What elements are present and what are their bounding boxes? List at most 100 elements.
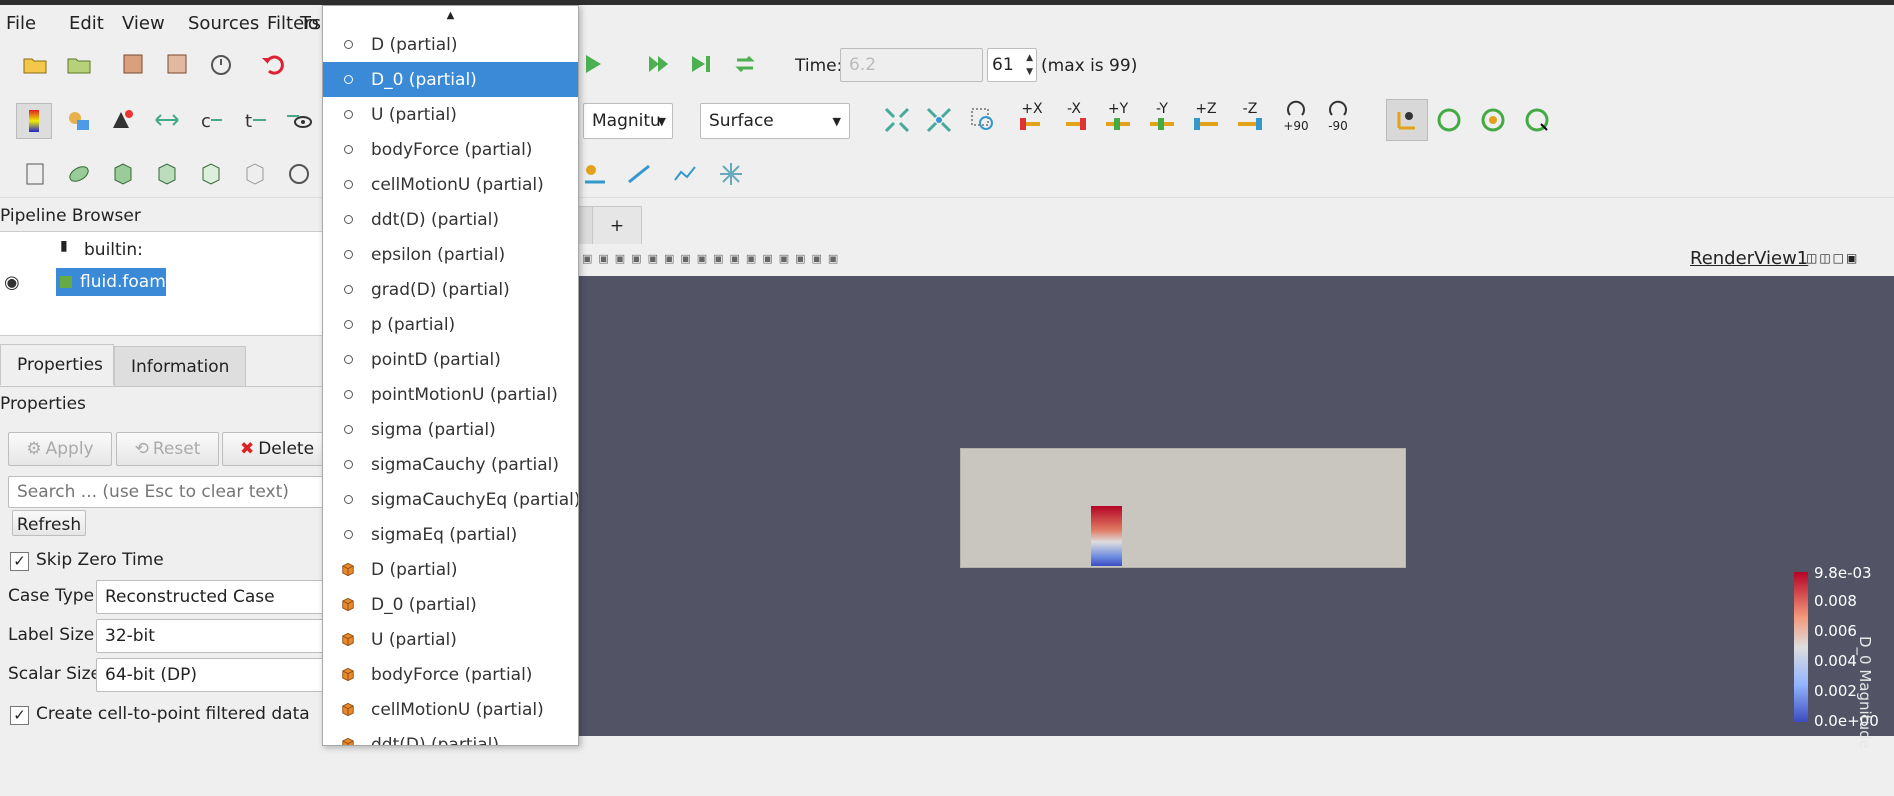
menu-view[interactable]: View (122, 13, 165, 34)
dropdown-item[interactable]: U (partial) (323, 97, 578, 132)
dropdown-item[interactable]: pointMotionU (partial) (323, 377, 578, 412)
dropdown-item[interactable]: bodyForce (partial) (323, 132, 578, 167)
next-frame-icon[interactable] (641, 47, 675, 81)
connect-icon[interactable] (116, 47, 150, 81)
dropdown-item[interactable]: D_0 (partial) (323, 587, 578, 622)
view-minus-x-icon[interactable]: -X (1054, 99, 1094, 133)
rescale-visible-icon[interactable] (282, 103, 316, 137)
clip-icon[interactable] (106, 157, 140, 191)
coloring-select[interactable]: Magnitu ▼ (583, 103, 673, 139)
dropdown-item[interactable]: U (partial) (323, 622, 578, 657)
dropdown-item[interactable]: epsilon (partial) (323, 237, 578, 272)
view-plus-y-icon[interactable]: +Y (1098, 99, 1138, 133)
tab-information[interactable]: Information (114, 346, 247, 387)
reset-button[interactable]: ⟲ Reset (116, 432, 219, 466)
dropdown-item[interactable]: grad(D) (partial) (323, 272, 578, 307)
dropdown-item[interactable]: bodyForce (partial) (323, 657, 578, 692)
center-axes-visibility-icon[interactable] (1386, 99, 1428, 141)
contour-icon[interactable] (62, 157, 96, 191)
threshold-icon[interactable] (194, 157, 228, 191)
selection-tools-icons[interactable]: ▣▣▣▣▣▣▣▣▣▣▣▣▣▣▣▣ (582, 252, 844, 265)
last-frame-icon[interactable] (684, 47, 718, 81)
edit-colormap-icon[interactable] (62, 103, 96, 137)
undo-icon[interactable] (256, 47, 290, 81)
label-size-select[interactable]: 32-bit (96, 619, 336, 653)
glyph-icon[interactable] (282, 157, 316, 191)
open-icon[interactable] (18, 47, 52, 81)
play-icon[interactable] (576, 47, 610, 81)
load-state-icon[interactable] (62, 47, 96, 81)
zoom-to-box-icon[interactable] (966, 103, 1000, 137)
menu-file[interactable]: File (6, 13, 36, 34)
calculator-icon[interactable] (18, 157, 52, 191)
loop-icon[interactable] (728, 47, 762, 81)
skip-zero-time-checkbox[interactable]: ✓ (10, 552, 29, 571)
representation-select[interactable]: Surface ▼ (700, 103, 850, 139)
scalar-size-select[interactable]: 64-bit (DP) (96, 658, 336, 692)
refresh-button[interactable]: Refresh (12, 510, 86, 536)
dropdown-item[interactable]: sigmaEq (partial) (323, 517, 578, 552)
dropdown-item[interactable]: sigma (partial) (323, 412, 578, 447)
plot-data-icon[interactable] (668, 157, 702, 191)
case-type-select[interactable]: Reconstructed Case (96, 580, 336, 614)
tab-properties[interactable]: Properties (0, 344, 114, 385)
label-size-label: Label Size (8, 625, 95, 645)
view-split-icons[interactable]: ◫◫□▣ (1806, 251, 1859, 265)
rescale-range-icon[interactable] (150, 103, 184, 137)
point-data-icon (341, 213, 355, 227)
time-value-field[interactable]: 6.2 (840, 48, 983, 82)
builtin-label: builtin: (84, 240, 143, 260)
search-input[interactable] (8, 476, 330, 508)
rotate-minus-90-icon[interactable]: -90 (1318, 99, 1358, 133)
zoom-closest-icon[interactable] (922, 103, 956, 137)
slice-icon[interactable] (150, 157, 184, 191)
menu-sources[interactable]: Sources (188, 13, 259, 34)
reset-camera-icon[interactable] (880, 103, 914, 137)
dropdown-item[interactable]: p (partial) (323, 307, 578, 342)
disconnect-icon[interactable] (160, 47, 194, 81)
dropdown-item[interactable]: sigmaCauchyEq (partial) (323, 482, 578, 517)
main-toolbar: Time: 6.2 61 ▲ ▼ (max is 99) (0, 41, 1894, 88)
menu-edit[interactable]: Edit (69, 13, 104, 34)
server-icon: ▮ (60, 238, 68, 254)
ray-trace-icon[interactable] (714, 157, 748, 191)
dropdown-item[interactable]: D_0 (partial) (323, 62, 578, 97)
timer-icon[interactable] (204, 47, 238, 81)
dropdown-item-label: sigmaCauchy (partial) (371, 454, 559, 475)
view-minus-y-icon[interactable]: -Y (1142, 99, 1182, 133)
rescale-temporal-icon[interactable]: t (238, 103, 272, 137)
spin-arrows-icon[interactable]: ▲ ▼ (1026, 51, 1033, 79)
view-minus-z-icon[interactable]: -Z (1230, 99, 1270, 133)
scroll-up-arrow-icon[interactable]: ▲ (323, 6, 578, 24)
dropdown-item[interactable]: sigmaCauchy (partial) (323, 447, 578, 482)
visibility-eye-icon[interactable]: ◉ (4, 272, 20, 293)
pick-center-icon[interactable] (1476, 103, 1510, 137)
cell-to-point-checkbox[interactable]: ✓ (10, 706, 29, 725)
reset-label: Reset (152, 439, 201, 459)
delete-button[interactable]: ✖ Delete (222, 432, 332, 466)
rotate-plus-90-icon[interactable]: +90 (1276, 99, 1316, 133)
toggle-color-legend-icon[interactable] (16, 103, 52, 139)
render-viewport[interactable]: 9.8e-03 0.008 0.006 0.004 0.002 0.0e+00 … (578, 276, 1894, 736)
apply-button[interactable]: ⚙ Apply (8, 432, 112, 466)
view-plus-z-icon[interactable]: +Z (1186, 99, 1226, 133)
rotation-center-icon[interactable] (1520, 103, 1554, 137)
dropdown-item[interactable]: ddt(D) (partial) (323, 727, 578, 745)
plot-over-line-icon[interactable] (622, 157, 656, 191)
dropdown-item[interactable]: ddt(D) (partial) (323, 202, 578, 237)
extract-subset-icon[interactable] (238, 157, 272, 191)
reset-center-icon[interactable] (1432, 103, 1466, 137)
pipeline-item-fluid-foam[interactable]: fluid.foam (56, 268, 166, 296)
dropdown-item[interactable]: cellMotionU (partial) (323, 692, 578, 727)
dropdown-item[interactable]: D (partial) (323, 552, 578, 587)
dropdown-item[interactable]: cellMotionU (partial) (323, 167, 578, 202)
rescale-custom-icon[interactable] (106, 103, 140, 137)
add-layout-tab[interactable]: + (592, 206, 642, 246)
view-plus-x-icon[interactable]: +X (1012, 99, 1052, 133)
rescale-custom-range-icon[interactable]: c (194, 103, 228, 137)
dropdown-item[interactable]: D (partial) (323, 27, 578, 62)
time-index-spinbox[interactable]: 61 ▲ ▼ (987, 48, 1037, 82)
dropdown-item[interactable]: pointD (partial) (323, 342, 578, 377)
probe-icon[interactable] (578, 157, 612, 191)
menu-tools[interactable]: To (300, 13, 319, 34)
